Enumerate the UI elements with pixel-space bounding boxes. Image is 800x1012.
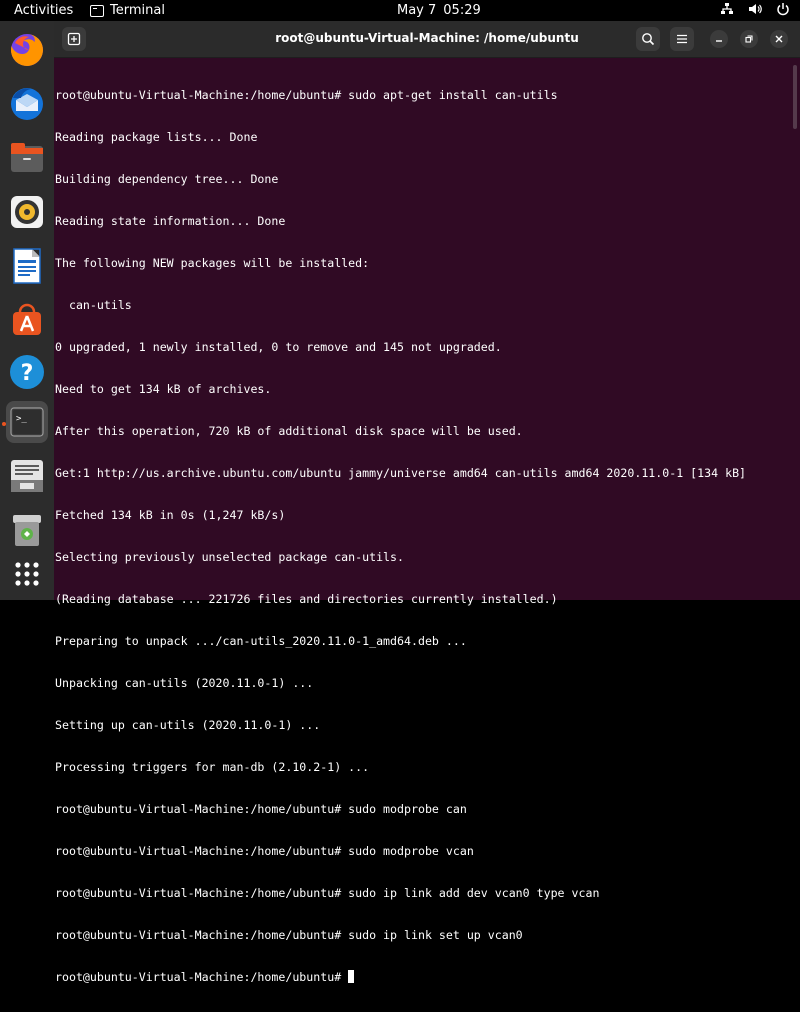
svg-text:>_: >_ (16, 414, 27, 424)
window-headerbar[interactable]: root@ubuntu-Virtual-Machine: /home/ubunt… (54, 21, 800, 58)
terminal-output[interactable]: root@ubuntu-Virtual-Machine:/home/ubuntu… (55, 58, 795, 984)
dock-item-thunderbird[interactable] (6, 83, 48, 125)
system-status-area[interactable] (720, 2, 790, 16)
search-icon (642, 33, 655, 46)
help-icon: ? (10, 355, 44, 389)
dock-item-help[interactable]: ? (6, 351, 48, 393)
firefox-icon (10, 34, 43, 66)
files-icon (11, 143, 43, 172)
scrollbar[interactable] (793, 65, 797, 129)
terminal-small-icon (90, 4, 104, 17)
terminal-line: (Reading database ... 221726 files and d… (55, 592, 558, 606)
app-menu-label: Terminal (110, 3, 165, 18)
terminal-line: Building dependency tree... Done (55, 172, 279, 186)
app-center-icon (13, 303, 41, 335)
terminal-line: Get:1 http://us.archive.ubuntu.com/ubunt… (55, 466, 747, 480)
text-editor-icon (11, 460, 43, 492)
terminal-line: root@ubuntu-Virtual-Machine:/home/ubuntu… (55, 886, 600, 900)
terminal-line: The following NEW packages will be insta… (55, 256, 370, 270)
top-bar: Activities Terminal May 7 05:29 (0, 0, 800, 21)
terminal-line: Setting up can-utils (2020.11.0-1) ... (55, 718, 321, 732)
app-menu[interactable]: Terminal (90, 3, 165, 18)
terminal-line: Processing triggers for man-db (2.10.2-1… (55, 760, 370, 774)
terminal-line: Need to get 134 kB of archives. (55, 382, 272, 396)
terminal-line: Unpacking can-utils (2020.11.0-1) ... (55, 676, 314, 690)
terminal-line: root@ubuntu-Virtual-Machine:/home/ubuntu… (55, 802, 467, 816)
dock-item-writer[interactable] (6, 245, 48, 287)
dock-item-firefox[interactable] (6, 29, 48, 71)
power-icon (776, 2, 790, 16)
activities-button[interactable]: Activities (14, 3, 73, 18)
trash-icon (13, 515, 41, 546)
clock-date: May 7 (397, 3, 437, 18)
clock-time: 05:29 (443, 3, 481, 18)
terminal-line: root@ubuntu-Virtual-Machine:/home/ubuntu… (55, 928, 523, 942)
clock[interactable]: May 7 05:29 (397, 3, 481, 18)
close-button[interactable] (770, 30, 788, 48)
terminal-line: Fetched 134 kB in 0s (1,247 kB/s) (55, 508, 286, 522)
terminal-line: Preparing to unpack .../can-utils_2020.1… (55, 634, 467, 648)
dock-item-app-center[interactable] (6, 299, 48, 341)
minimize-icon (716, 40, 722, 42)
hamburger-menu-icon (677, 34, 687, 44)
dock-item-terminal[interactable]: >_ (6, 401, 48, 443)
running-indicator (2, 422, 6, 426)
search-button[interactable] (636, 27, 660, 51)
maximize-button[interactable] (740, 30, 758, 48)
dock-item-trash[interactable] (6, 509, 48, 551)
restore-icon (745, 35, 753, 43)
terminal-line: root@ubuntu-Virtual-Machine:/home/ubuntu… (55, 88, 558, 102)
thunderbird-icon (11, 88, 43, 120)
volume-icon (748, 2, 762, 16)
dock-item-files[interactable] (6, 137, 48, 179)
terminal-line: can-utils (55, 298, 132, 312)
dock-item-text-editor[interactable] (6, 455, 48, 497)
dock-item-show-apps[interactable] (6, 553, 48, 595)
terminal-window: root@ubuntu-Virtual-Machine: /home/ubunt… (54, 21, 800, 984)
terminal-prompt-line[interactable]: root@ubuntu-Virtual-Machine:/home/ubuntu… (55, 970, 795, 984)
minimize-button[interactable] (710, 30, 728, 48)
writer-icon (13, 248, 41, 284)
terminal-line: Reading package lists... Done (55, 130, 258, 144)
network-icon (720, 2, 734, 16)
dock: ? >_ (0, 21, 54, 600)
terminal-line: Reading state information... Done (55, 214, 286, 228)
terminal-icon: >_ (10, 407, 44, 437)
svg-text:?: ? (21, 361, 34, 386)
text-cursor (348, 970, 355, 983)
terminal-prompt: root@ubuntu-Virtual-Machine:/home/ubuntu… (55, 970, 342, 984)
terminal-line: root@ubuntu-Virtual-Machine:/home/ubuntu… (55, 844, 474, 858)
rhythmbox-icon (11, 196, 43, 228)
menu-button[interactable] (670, 27, 694, 51)
dock-item-rhythmbox[interactable] (6, 191, 48, 233)
terminal-line: After this operation, 720 kB of addition… (55, 424, 523, 438)
terminal-line: Selecting previously unselected package … (55, 550, 405, 564)
terminal-line: 0 upgraded, 1 newly installed, 0 to remo… (55, 340, 502, 354)
close-icon (775, 35, 783, 43)
show-apps-icon (15, 562, 39, 586)
